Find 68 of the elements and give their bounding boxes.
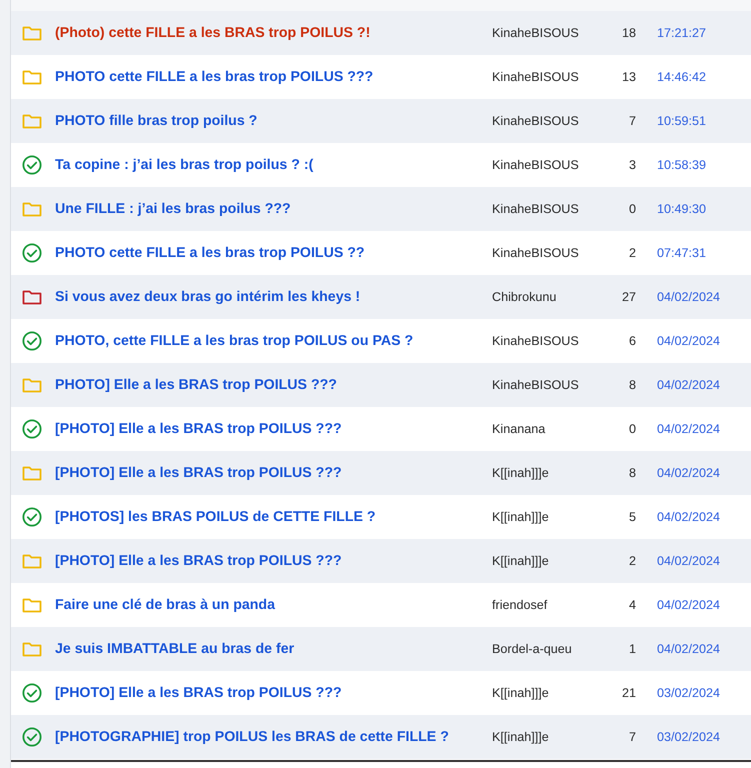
author-name: K[[inah]]]e — [492, 730, 550, 744]
reply-count: 27 — [620, 290, 636, 304]
last-post-link[interactable]: 04/02/2024 — [657, 642, 720, 656]
reply-count: 7 — [628, 730, 636, 744]
author-name: KinaheBISOUS — [492, 158, 580, 172]
reply-count: 5 — [628, 510, 636, 524]
last-post-link[interactable]: 04/02/2024 — [657, 378, 720, 392]
author-name: KinaheBISOUS — [492, 202, 580, 216]
author-name: K[[inah]]]e — [492, 554, 550, 568]
author-name: K[[inah]]]e — [492, 466, 550, 480]
topic-link[interactable]: PHOTO, cette FILLE a les bras trop POILUS ou PAS ? — [55, 333, 492, 349]
reply-count: 8 — [628, 378, 636, 392]
last-post-link[interactable]: 04/02/2024 — [657, 334, 720, 348]
topic-link[interactable]: PHOTO cette FILLE a les bras trop POILUS ??? — [55, 69, 492, 85]
reply-count: 2 — [628, 246, 636, 260]
author-name: KinaheBISOUS — [492, 70, 580, 84]
author-name: KinaheBISOUS — [492, 26, 580, 40]
author-name: K[[inah]]]e — [492, 686, 550, 700]
reply-count: 2 — [628, 554, 636, 568]
reply-count: 1 — [628, 642, 636, 656]
last-post-link[interactable]: 04/02/2024 — [657, 510, 720, 524]
topic-link[interactable]: (Photo) cette FILLE a les BRAS trop POILUS ?! — [55, 25, 492, 41]
last-post-link[interactable]: 10:49:30 — [657, 202, 706, 216]
last-post-link[interactable]: 03/02/2024 — [657, 730, 720, 744]
topic-link[interactable]: PHOTO fille bras trop poilus ? — [55, 113, 492, 129]
author-name: Bordel-a-queu — [492, 642, 573, 656]
reply-count: 18 — [620, 26, 636, 40]
reply-count: 0 — [628, 202, 636, 216]
last-post-link[interactable]: 04/02/2024 — [657, 554, 720, 568]
author-name: KinaheBISOUS — [492, 334, 580, 348]
reply-count: 13 — [620, 70, 636, 84]
author-name: KinaheBISOUS — [492, 378, 580, 392]
topic-link[interactable]: Si vous avez deux bras go intérim les kheys ! — [55, 289, 492, 305]
topic-link[interactable]: PHOTO cette FILLE a les bras trop POILUS ?? — [55, 245, 492, 261]
reply-count: 8 — [628, 466, 636, 480]
author-name: friendosef — [492, 598, 548, 612]
author-name: KinaheBISOUS — [492, 114, 580, 128]
topic-link[interactable]: [PHOTO] Elle a les BRAS trop POILUS ??? — [55, 465, 492, 481]
reply-count: 4 — [628, 598, 636, 612]
last-post-link[interactable]: 04/02/2024 — [657, 598, 720, 612]
author-name: Kinanana — [492, 422, 546, 436]
topic-link[interactable]: [PHOTOS] les BRAS POILUS de CETTE FILLE ? — [55, 509, 492, 525]
topic-link[interactable]: Une FILLE : j’ai les bras poilus ??? — [55, 201, 492, 217]
topic-link[interactable]: [PHOTO] Elle a les BRAS trop POILUS ??? — [55, 421, 492, 437]
topic-link[interactable]: Faire une clé de bras à un panda — [55, 597, 492, 613]
reply-count: 6 — [628, 334, 636, 348]
author-name: K[[inah]]]e — [492, 510, 550, 524]
reply-count: 3 — [628, 158, 636, 172]
topic-link[interactable]: Ta copine : j’ai les bras trop poilus ? :( — [55, 157, 492, 173]
last-post-link[interactable]: 10:58:39 — [657, 158, 706, 172]
reply-count: 7 — [628, 114, 636, 128]
topic-link[interactable]: [PHOTO] Elle a les BRAS trop POILUS ??? — [55, 553, 492, 569]
author-name: Chibrokunu — [492, 290, 558, 304]
last-post-link[interactable]: 04/02/2024 — [657, 422, 720, 436]
last-post-link[interactable]: 14:46:42 — [657, 70, 706, 84]
last-post-link[interactable]: 07:47:31 — [657, 246, 706, 260]
last-post-link[interactable]: 04/02/2024 — [657, 466, 720, 480]
author-name: KinaheBISOUS — [492, 246, 580, 260]
reply-count: 0 — [628, 422, 636, 436]
topic-link[interactable]: PHOTO] Elle a les BRAS trop POILUS ??? — [55, 377, 492, 393]
last-post-link[interactable]: 04/02/2024 — [657, 290, 720, 304]
topic-link[interactable]: [PHOTO] Elle a les BRAS trop POILUS ??? — [55, 685, 492, 701]
last-post-link[interactable]: 03/02/2024 — [657, 686, 720, 700]
last-post-link[interactable]: 10:59:51 — [657, 114, 706, 128]
topic-link[interactable]: Je suis IMBATTABLE au bras de fer — [55, 641, 492, 657]
topic-link[interactable]: [PHOTOGRAPHIE] trop POILUS les BRAS de cette FILLE ? — [55, 729, 492, 745]
last-post-link[interactable]: 17:21:27 — [657, 26, 706, 40]
reply-count: 21 — [620, 686, 636, 700]
